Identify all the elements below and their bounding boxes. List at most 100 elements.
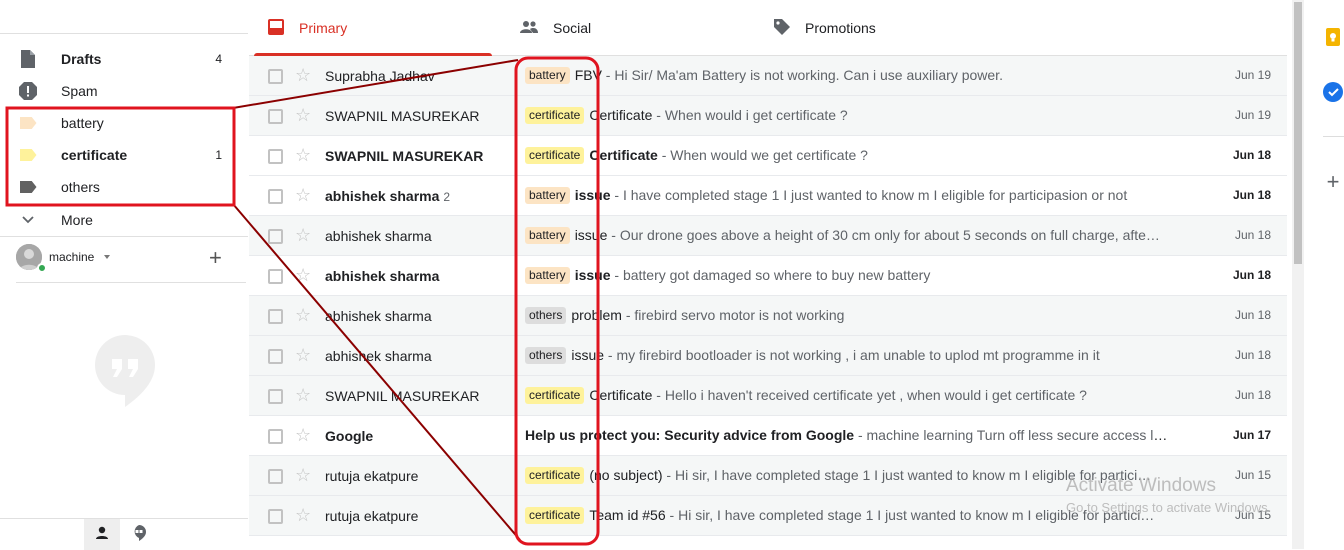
email-subject: issue <box>574 187 611 203</box>
label-badge[interactable]: others <box>525 347 567 364</box>
select-checkbox[interactable] <box>268 189 283 204</box>
tab-social[interactable]: Social <box>519 0 591 56</box>
sidebar-item-count: 4 <box>215 52 222 66</box>
email-content: battery FBV - Hi Sir/ Ma'am Battery is no… <box>525 67 1175 84</box>
quote-icon <box>132 525 146 544</box>
activate-windows-title: Activate Windows <box>1066 475 1216 496</box>
select-checkbox[interactable] <box>268 349 283 364</box>
email-date: Jun 18 <box>1232 188 1271 202</box>
sidebar-item-others[interactable]: others <box>0 171 248 203</box>
email-row[interactable]: ☆ abhishek sharma battery issue - Our drone… <box>249 216 1287 256</box>
star-icon[interactable]: ☆ <box>295 385 311 405</box>
email-date: Jun 15 <box>1234 468 1271 482</box>
hangouts-user[interactable]: machine + <box>16 243 236 273</box>
sender-name: SWAPNIL MASUREKAR <box>325 148 484 164</box>
star-icon[interactable]: ☆ <box>295 305 311 325</box>
label-badge[interactable]: battery <box>525 187 570 204</box>
sidebar-top-divider <box>0 33 248 34</box>
star-icon[interactable]: ☆ <box>295 505 311 525</box>
scrollbar[interactable] <box>1292 0 1304 549</box>
sidebar-item-label: Drafts <box>61 51 102 67</box>
star-icon[interactable]: ☆ <box>295 345 311 365</box>
star-icon[interactable]: ☆ <box>295 425 311 445</box>
select-checkbox[interactable] <box>268 109 283 124</box>
select-checkbox[interactable] <box>268 149 283 164</box>
select-checkbox[interactable] <box>268 429 283 444</box>
label-badge[interactable]: battery <box>525 227 570 244</box>
select-checkbox[interactable] <box>268 469 283 484</box>
label-badge[interactable]: others <box>525 307 567 324</box>
keep-icon[interactable] <box>1323 27 1343 47</box>
email-sender: rutuja ekatpure <box>325 508 418 524</box>
star-icon[interactable]: ☆ <box>295 145 311 165</box>
label-badge[interactable]: certificate <box>525 467 585 484</box>
label-badge[interactable]: battery <box>525 67 570 84</box>
select-checkbox[interactable] <box>268 269 283 284</box>
sidebar-item-label: others <box>61 179 100 195</box>
email-row[interactable]: ☆ abhishek sharma battery issue - battery g… <box>249 256 1287 296</box>
add-addon-button[interactable]: + <box>1323 169 1343 194</box>
sender-name: abhishek sharma <box>325 308 432 324</box>
email-sender: abhishek sharma <box>325 228 432 244</box>
email-subject: problem <box>571 307 622 323</box>
select-checkbox[interactable] <box>268 509 283 524</box>
email-row[interactable]: ☆ SWAPNIL MASUREKAR certificate Certificate… <box>249 376 1287 416</box>
email-snippet: - Hello i haven't received certificate y… <box>652 387 1087 403</box>
contacts-tab[interactable] <box>84 519 120 550</box>
sidebar-item-drafts[interactable]: Drafts 4 <box>0 43 248 75</box>
email-row[interactable]: ☆ abhishek sharma others issue - my firebir… <box>249 336 1287 376</box>
label-badge[interactable]: certificate <box>525 147 585 164</box>
sender-name: SWAPNIL MASUREKAR <box>325 108 480 124</box>
email-snippet: - battery got damaged so where to buy ne… <box>610 267 931 283</box>
email-subject: issue <box>571 347 605 363</box>
email-sender: abhishek sharma <box>325 348 432 364</box>
tab-primary[interactable]: Primary <box>267 0 347 56</box>
star-icon[interactable]: ☆ <box>295 465 311 485</box>
star-icon[interactable]: ☆ <box>295 65 311 85</box>
sender-name: Suprabha Jadhav <box>325 68 435 84</box>
label-icon <box>18 145 38 165</box>
email-sender: rutuja ekatpure <box>325 468 418 484</box>
caret-down-icon[interactable] <box>104 255 110 259</box>
select-checkbox[interactable] <box>268 69 283 84</box>
sidebar-item-label: battery <box>61 115 104 131</box>
email-sender: SWAPNIL MASUREKAR <box>325 148 483 164</box>
select-checkbox[interactable] <box>268 309 283 324</box>
email-subject: (no subject) <box>589 467 663 483</box>
email-content: certificate Certificate - Hello i haven't… <box>525 387 1175 404</box>
email-row[interactable]: ☆ Suprabha Jadhav battery FBV - Hi Sir/ Ma'… <box>249 56 1287 96</box>
email-sender: abhishek sharma <box>325 268 439 284</box>
activate-windows-subtitle: Go to Settings to activate Windows. <box>1066 500 1272 515</box>
label-badge[interactable]: battery <box>525 267 570 284</box>
email-snippet: - my firebird bootloader is not working … <box>604 347 1100 363</box>
email-row[interactable]: ☆ abhishek sharma others problem - firebird… <box>249 296 1287 336</box>
add-contact-button[interactable]: + <box>209 245 222 271</box>
select-checkbox[interactable] <box>268 389 283 404</box>
email-row[interactable]: ☆ abhishek sharma 2 battery issue - I have c… <box>249 176 1287 216</box>
star-icon[interactable]: ☆ <box>295 105 311 125</box>
star-icon[interactable]: ☆ <box>295 265 311 285</box>
tasks-icon[interactable] <box>1323 82 1343 102</box>
tab-label: Primary <box>299 20 348 36</box>
email-row[interactable]: ☆ SWAPNIL MASUREKAR certificate Certificate… <box>249 136 1287 176</box>
label-badge[interactable]: certificate <box>525 387 585 404</box>
email-date: Jun 17 <box>1232 428 1271 442</box>
select-checkbox[interactable] <box>268 229 283 244</box>
label-badge[interactable]: certificate <box>525 507 585 524</box>
sidebar-item-spam[interactable]: Spam <box>0 75 248 107</box>
sidebar-item-more[interactable]: More <box>0 204 248 236</box>
label-badge[interactable]: certificate <box>525 107 585 124</box>
tab-label: Promotions <box>805 20 876 36</box>
sidebar-item-battery[interactable]: battery <box>0 107 248 139</box>
email-date: Jun 18 <box>1234 388 1271 402</box>
scrollbar-thumb[interactable] <box>1294 2 1302 264</box>
email-snippet: - I have completed stage 1 I just wanted… <box>610 187 1128 203</box>
hangouts-tab[interactable] <box>121 519 157 550</box>
star-icon[interactable]: ☆ <box>295 225 311 245</box>
email-row[interactable]: ☆ SWAPNIL MASUREKAR certificate Certificate… <box>249 96 1287 136</box>
tab-promotions[interactable]: Promotions <box>773 0 876 56</box>
sidebar-item-certificate[interactable]: certificate 1 <box>0 139 248 171</box>
email-row[interactable]: ☆ Google Help us protect you: Security adv… <box>249 416 1287 456</box>
star-icon[interactable]: ☆ <box>295 185 311 205</box>
email-snippet: - machine learning Turn off less secure … <box>854 427 1175 443</box>
